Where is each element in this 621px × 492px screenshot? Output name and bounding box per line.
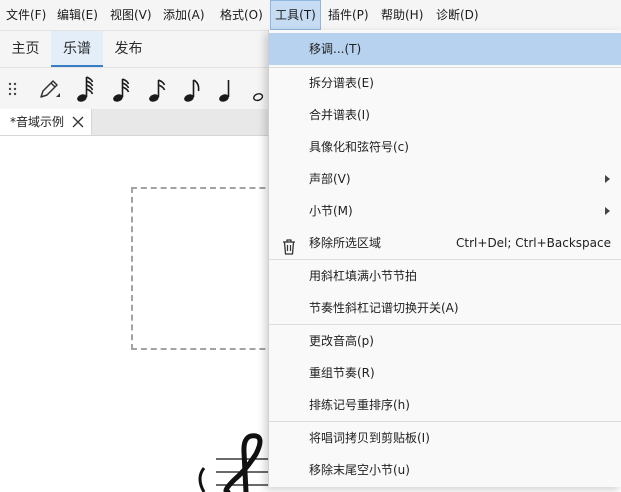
menu-item-voices[interactable]: 声部(V) <box>269 163 621 195</box>
pencil-icon[interactable] <box>34 68 64 110</box>
tab-home[interactable]: 主页 <box>0 31 51 67</box>
menu-file[interactable]: 文件(F) <box>6 0 46 30</box>
menu-format[interactable]: 格式(O) <box>220 0 263 30</box>
document-tab-label: *音域示例 <box>10 115 65 129</box>
menu-item-label: 拆分谱表(E) <box>309 76 374 90</box>
menu-item-label: 将唱词拷贝到剪贴板(I) <box>309 431 430 445</box>
treble-clef-icon <box>198 433 276 492</box>
menu-item-label: 移调...(T) <box>309 42 362 56</box>
menu-item-label: 具像化和弦符号(c) <box>309 140 409 154</box>
64th-note-icon[interactable] <box>70 68 100 110</box>
menu-help[interactable]: 帮助(H) <box>381 0 423 30</box>
menu-item-respell-pitches[interactable]: 更改音高(p) <box>269 325 621 357</box>
menu-item-copy-lyrics[interactable]: 将唱词拷贝到剪贴板(I) <box>269 422 621 454</box>
menu-item-label: 用斜杠填满小节节拍 <box>309 269 418 283</box>
eighth-note-icon[interactable] <box>177 68 207 110</box>
half-note-icon[interactable] <box>250 68 268 110</box>
menu-item-label: 移除所选区域 <box>309 236 382 250</box>
menu-edit[interactable]: 编辑(E) <box>57 0 98 30</box>
menu-item-label: 合并谱表(I) <box>309 108 370 122</box>
32nd-note-icon[interactable] <box>106 68 136 110</box>
menu-bar: 文件(F) 编辑(E) 视图(V) 添加(A) 格式(O) 工具(T) 插件(P… <box>0 0 621 31</box>
tab-publish[interactable]: 发布 <box>103 31 154 67</box>
tools-menu: 移调...(T) 拆分谱表(E) 合并谱表(I) 具像化和弦符号(c) 声部(V… <box>268 30 621 487</box>
menu-item-realize-chord-symbols[interactable]: 具像化和弦符号(c) <box>269 131 621 163</box>
menu-item-toggle-rhythmic-slash[interactable]: 节奏性斜杠记谱切换开关(A) <box>269 292 621 324</box>
menu-item-fill-with-slashes[interactable]: 用斜杠填满小节节拍 <box>269 260 621 292</box>
menu-plugins[interactable]: 插件(P) <box>328 0 369 30</box>
menu-diagnostic[interactable]: 诊断(D) <box>436 0 479 30</box>
menu-item-label: 重组节奏(R) <box>309 366 375 380</box>
menu-item-remove-selected-range[interactable]: 移除所选区域 Ctrl+Del; Ctrl+Backspace <box>269 227 621 259</box>
menu-item-resequence-rehearsal-marks[interactable]: 排练记号重排序(h) <box>269 389 621 421</box>
drag-handle-icon[interactable] <box>4 68 22 110</box>
quarter-note-icon[interactable] <box>212 68 242 110</box>
menu-view[interactable]: 视图(V) <box>110 0 152 30</box>
menu-item-label: 排练记号重排序(h) <box>309 398 410 412</box>
menu-item-label: 小节(M) <box>309 204 353 218</box>
submenu-arrow-icon <box>605 207 610 215</box>
menu-item-label: 声部(V) <box>309 172 351 186</box>
document-tab[interactable]: *音域示例 <box>0 109 92 135</box>
menu-item-transpose[interactable]: 移调...(T) <box>269 33 621 65</box>
menu-item-remove-trailing-empty-measures[interactable]: 移除末尾空小节(u) <box>269 454 621 486</box>
menu-item-shortcut: Ctrl+Del; Ctrl+Backspace <box>456 236 611 250</box>
menu-item-split-staff[interactable]: 拆分谱表(E) <box>269 67 621 99</box>
close-icon[interactable] <box>71 114 85 128</box>
menu-item-join-staves[interactable]: 合并谱表(I) <box>269 99 621 131</box>
menu-item-label: 更改音高(p) <box>309 334 374 348</box>
trash-icon <box>282 235 296 255</box>
menu-item-label: 节奏性斜杠记谱切换开关(A) <box>309 301 459 315</box>
tab-score[interactable]: 乐谱 <box>51 31 103 67</box>
menu-item-regroup-rhythms[interactable]: 重组节奏(R) <box>269 357 621 389</box>
menu-add[interactable]: 添加(A) <box>163 0 205 30</box>
16th-note-icon[interactable] <box>142 68 172 110</box>
menu-item-measures[interactable]: 小节(M) <box>269 195 621 227</box>
submenu-arrow-icon <box>605 175 610 183</box>
menu-item-label: 移除末尾空小节(u) <box>309 463 410 477</box>
menu-tools[interactable]: 工具(T) <box>270 0 321 30</box>
